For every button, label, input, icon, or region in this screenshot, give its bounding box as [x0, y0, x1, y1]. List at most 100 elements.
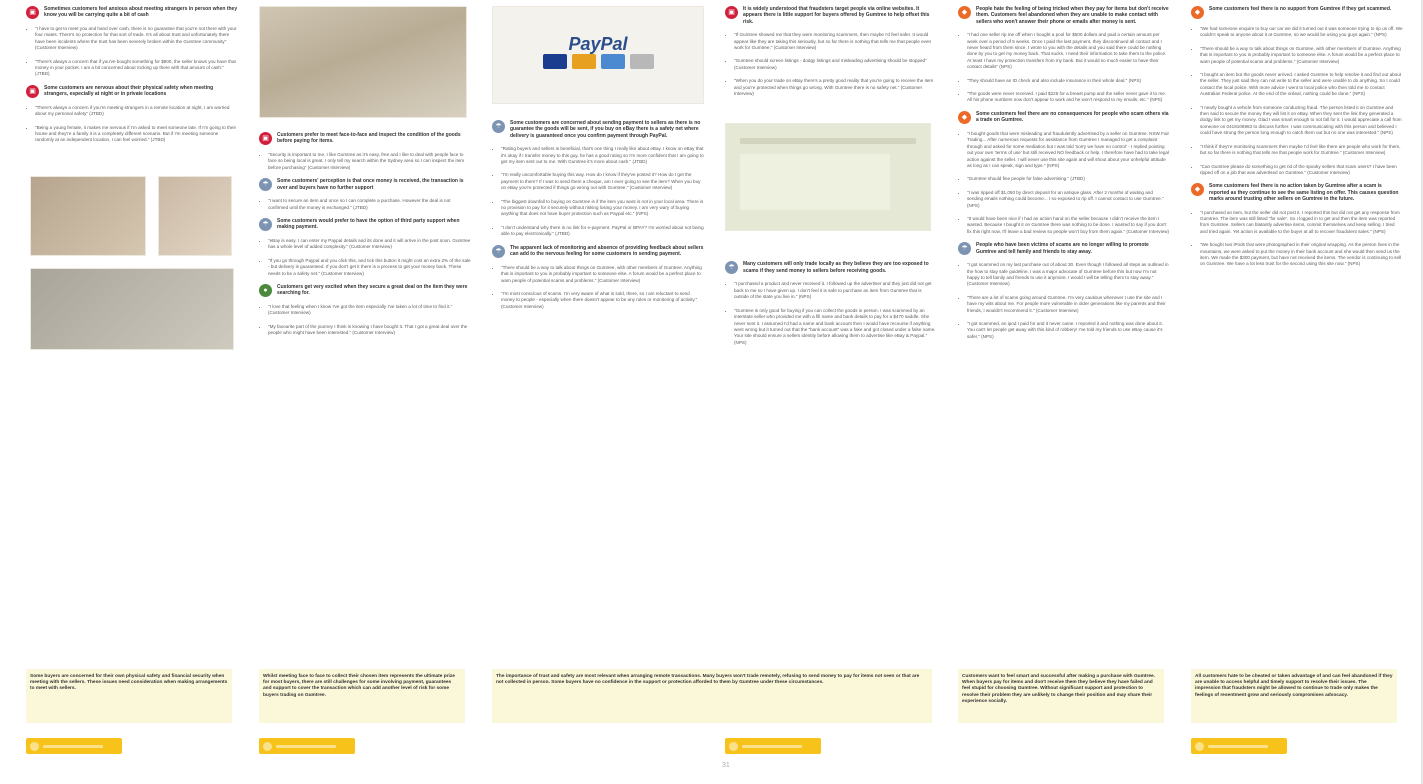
insight-title: Customers prefer to meet face-to-face an…	[277, 132, 461, 145]
umbrella-icon: ☂	[492, 244, 505, 258]
customer-quote: "If Gumtree showed me that they were mon…	[734, 32, 937, 51]
persona-tag	[1191, 738, 1287, 754]
persona-icon	[1195, 741, 1204, 751]
quote-list: "I want to secure an item and once so I …	[259, 198, 471, 211]
column-3: PayPal ☂ Some customers are concerned abo…	[492, 4, 704, 317]
summary-box: The importance of trust and safety are m…	[492, 669, 932, 723]
customer-quote: "I had one seller rip me off when I boug…	[967, 32, 1170, 70]
column-4: ▣ It is widely understood that fraudsters…	[725, 4, 937, 353]
insight-title: Some customers would prefer to have the …	[277, 218, 460, 231]
quote-list: "I got scammed on my last purchase out o…	[958, 262, 1170, 340]
lock-icon: ▣	[259, 132, 272, 145]
shield-icon: ◆	[958, 6, 971, 19]
customer-quote: "There's always a concern if you're meet…	[35, 105, 238, 118]
insight-heading: ◆ Some customers feel there is no action …	[1191, 183, 1403, 202]
insight-heading: ☂ People who have been victims of scams a…	[958, 242, 1170, 256]
customer-quote: "I was ripped off $1,050 by direct depos…	[967, 190, 1170, 209]
persona-tag	[725, 738, 821, 754]
quote-list: "There should be a way to talk about thi…	[492, 265, 704, 310]
customer-quote: "I purchased a product and never receive…	[734, 281, 937, 300]
quote-list: "I had one seller rip me off when I boug…	[958, 32, 1170, 104]
customer-quote: "There should be a way to talk about thi…	[1200, 46, 1403, 65]
umbrella-icon: ☂	[958, 242, 971, 256]
lock-icon: ▣	[26, 84, 39, 98]
insight-heading: ☂ Many customers will only trade locally …	[725, 261, 937, 275]
photo-parked-cars	[30, 267, 234, 350]
insight-heading: ▣ It is widely understood that fraudsters…	[725, 6, 937, 25]
customer-quote: "I purchased an item, but the seller did…	[1200, 210, 1403, 236]
shield-icon: ◆	[958, 110, 971, 124]
shield-icon: ◆	[1191, 6, 1204, 19]
customer-quote: "When you do your trade on eBay there's …	[734, 78, 937, 97]
insight-heading: ☂ Some customers are concerned about send…	[492, 120, 704, 139]
customer-quote: "eBay is easy. I can enter my Paypal det…	[268, 238, 471, 251]
insight-title: Some customers feel there is no action t…	[1209, 183, 1399, 203]
customer-quote: "We had someone enquire to buy our car w…	[1200, 26, 1403, 39]
summary-box: Whilst meeting face to face to collect t…	[259, 669, 465, 723]
insight-heading: ☂ Some customers would prefer to have the…	[259, 218, 471, 232]
quote-list: "I purchased an item, but the seller did…	[1191, 210, 1403, 268]
summary-box: All customers hate to be cheated or take…	[1191, 669, 1397, 723]
column-5: ◆ People hate the feeling of being tricke…	[958, 4, 1170, 347]
payment-cards	[542, 53, 654, 69]
bank-card-icon	[629, 53, 654, 69]
customer-quote: "My favourite part of the journey I thin…	[268, 324, 471, 337]
quote-list: "There's always a concern if you're meet…	[26, 105, 238, 144]
insight-title: Some customers feel there are no consequ…	[976, 110, 1169, 124]
customer-quote: "I love that feeling when I know I've go…	[268, 304, 471, 317]
photo-interior	[259, 6, 467, 118]
customer-quote: "I think if they're monitoring scammers …	[1200, 144, 1403, 157]
customer-quote: "If you go through Paypal and you click …	[268, 258, 471, 277]
insight-title: Some customers feel there is no support …	[1209, 6, 1392, 12]
quote-list: "eBay is easy. I can enter my Paypal det…	[259, 238, 471, 277]
photo-woman-portrait	[158, 175, 232, 256]
summary-box: Some buyers are concerned for their own …	[26, 669, 232, 723]
insight-title: Many customers will only trade locally a…	[743, 261, 929, 274]
photo-collage	[26, 170, 236, 352]
insight-title: Some customers' perception is that once …	[277, 178, 464, 191]
insight-heading: ☂ The apparent lack of monitoring and abs…	[492, 244, 704, 258]
insight-title: Customers get very excited when they sec…	[277, 284, 468, 297]
customer-quote: "I'm most conscious of scams. I'm very a…	[501, 291, 704, 310]
photo-women-on-couch	[30, 175, 146, 256]
insight-heading: ◆ Some customers feel there are no conseq…	[958, 110, 1170, 124]
pin-icon: ●	[259, 284, 272, 298]
quote-list: "I bought goods that were misleading and…	[958, 131, 1170, 235]
quote-list: "I have to get to meet you and hand over…	[26, 26, 238, 78]
persona-icon	[30, 741, 39, 751]
customer-quote: "It would have been nice if I had an act…	[967, 216, 1170, 235]
customer-quote: "The biggest downfall to buying on Gumtr…	[501, 199, 704, 218]
customer-quote: "We bought two iPods that were photograp…	[1200, 242, 1403, 268]
insight-title: People hate the feeling of being tricked…	[976, 6, 1169, 25]
customer-quote: "I'm really uncomfortable buying this wa…	[501, 172, 704, 191]
quote-list: "I purchased a product and never receive…	[725, 281, 937, 346]
persona-tag	[26, 738, 122, 754]
mastercard-icon	[571, 53, 596, 69]
customer-quote: "I have to get to meet you and hand over…	[35, 26, 238, 52]
insight-heading: ▣ Customers prefer to meet face-to-face a…	[259, 132, 471, 145]
insight-heading: ▣ Sometimes customers feel anxious about …	[26, 6, 238, 19]
customer-quote: "Gumtree should screen listings - dodgy …	[734, 58, 937, 71]
customer-quote: "Gumtree should fine people for false ad…	[967, 176, 1170, 182]
customer-quote: "I nearly bought a vehicle from someone …	[1200, 105, 1403, 137]
customer-quote: "I bought an item but the goods never ar…	[1200, 72, 1403, 98]
umbrella-icon: ☂	[259, 178, 272, 192]
customer-quote: "I bought goods that were misleading and…	[967, 131, 1170, 169]
persona-icon	[729, 741, 738, 751]
persona-icon	[263, 741, 272, 751]
customer-quote: "I don't understand why there is no link…	[501, 225, 704, 238]
column-1: ▣ Sometimes customers feel anxious about …	[26, 4, 238, 352]
column-2: ▣ Customers prefer to meet face-to-face a…	[259, 4, 471, 344]
quote-list: "If Gumtree showed me that they were mon…	[725, 32, 937, 97]
paypal-logo-image: PayPal	[492, 6, 704, 104]
umbrella-icon: ☂	[259, 218, 272, 232]
insight-heading: ▣ Some customers are nervous about their …	[26, 84, 238, 98]
column-6: ◆ Some customers feel there is no support…	[1191, 4, 1403, 275]
amex-card-icon	[600, 53, 625, 69]
customer-quote: "Gumtree is only good for buying if you …	[734, 308, 937, 346]
customer-quote: "Being a young female, it makes me nervo…	[35, 125, 238, 144]
insight-heading: ◆ People hate the feeling of being tricke…	[958, 6, 1170, 25]
quote-list: "Security is important to me. I like Gum…	[259, 152, 471, 171]
insight-title: Some customers are concerned about sendi…	[510, 120, 701, 139]
insight-heading: ◆ Some customers feel there is no support…	[1191, 6, 1403, 19]
